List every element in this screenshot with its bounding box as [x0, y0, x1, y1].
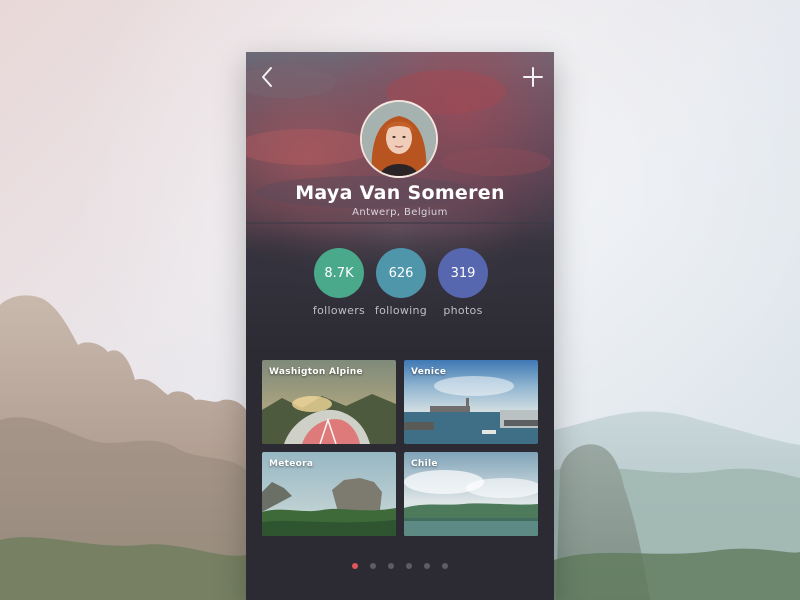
- followers-label: followers: [312, 304, 366, 317]
- chevron-left-icon: [262, 67, 272, 87]
- profile-location: Antwerp, Belgium: [352, 207, 448, 218]
- album-tile[interactable]: Venice: [404, 360, 538, 444]
- page-indicator: [246, 563, 554, 573]
- profile-name: Maya Van Someren: [295, 182, 505, 204]
- album-title: Venice: [411, 367, 447, 377]
- album-grid: Washigton Alpine Venice Meteora Chile: [262, 360, 538, 544]
- page-dot[interactable]: [370, 563, 376, 569]
- photos-count: 319: [438, 248, 488, 298]
- page-dot[interactable]: [442, 563, 448, 569]
- stat-photos[interactable]: 319 photos: [432, 248, 494, 317]
- page-dot[interactable]: [406, 563, 412, 569]
- following-label: following: [374, 304, 428, 317]
- profile-card: Maya Van Someren Antwerp, Belgium 8.7K f…: [246, 52, 554, 600]
- back-button[interactable]: [254, 64, 280, 90]
- page-dot-active[interactable]: [352, 563, 358, 569]
- album-title: Chile: [411, 459, 438, 469]
- album-tile[interactable]: Meteora: [262, 452, 396, 536]
- avatar[interactable]: [360, 100, 438, 178]
- album-title: Meteora: [269, 459, 314, 469]
- add-button[interactable]: [520, 64, 546, 90]
- album-title: Washigton Alpine: [269, 367, 363, 377]
- photos-label: photos: [443, 304, 483, 317]
- stat-followers[interactable]: 8.7K followers: [308, 248, 370, 317]
- page-dot[interactable]: [388, 563, 394, 569]
- album-tile[interactable]: Washigton Alpine: [262, 360, 396, 444]
- followers-count: 8.7K: [314, 248, 364, 298]
- avatar-portrait-image: [362, 102, 436, 176]
- stats-row: 8.7K followers 626 following 319 photos: [308, 248, 494, 328]
- following-count: 626: [376, 248, 426, 298]
- page-dot[interactable]: [424, 563, 430, 569]
- stat-following[interactable]: 626 following: [370, 248, 432, 317]
- plus-icon: [523, 67, 543, 87]
- album-tile[interactable]: Chile: [404, 452, 538, 536]
